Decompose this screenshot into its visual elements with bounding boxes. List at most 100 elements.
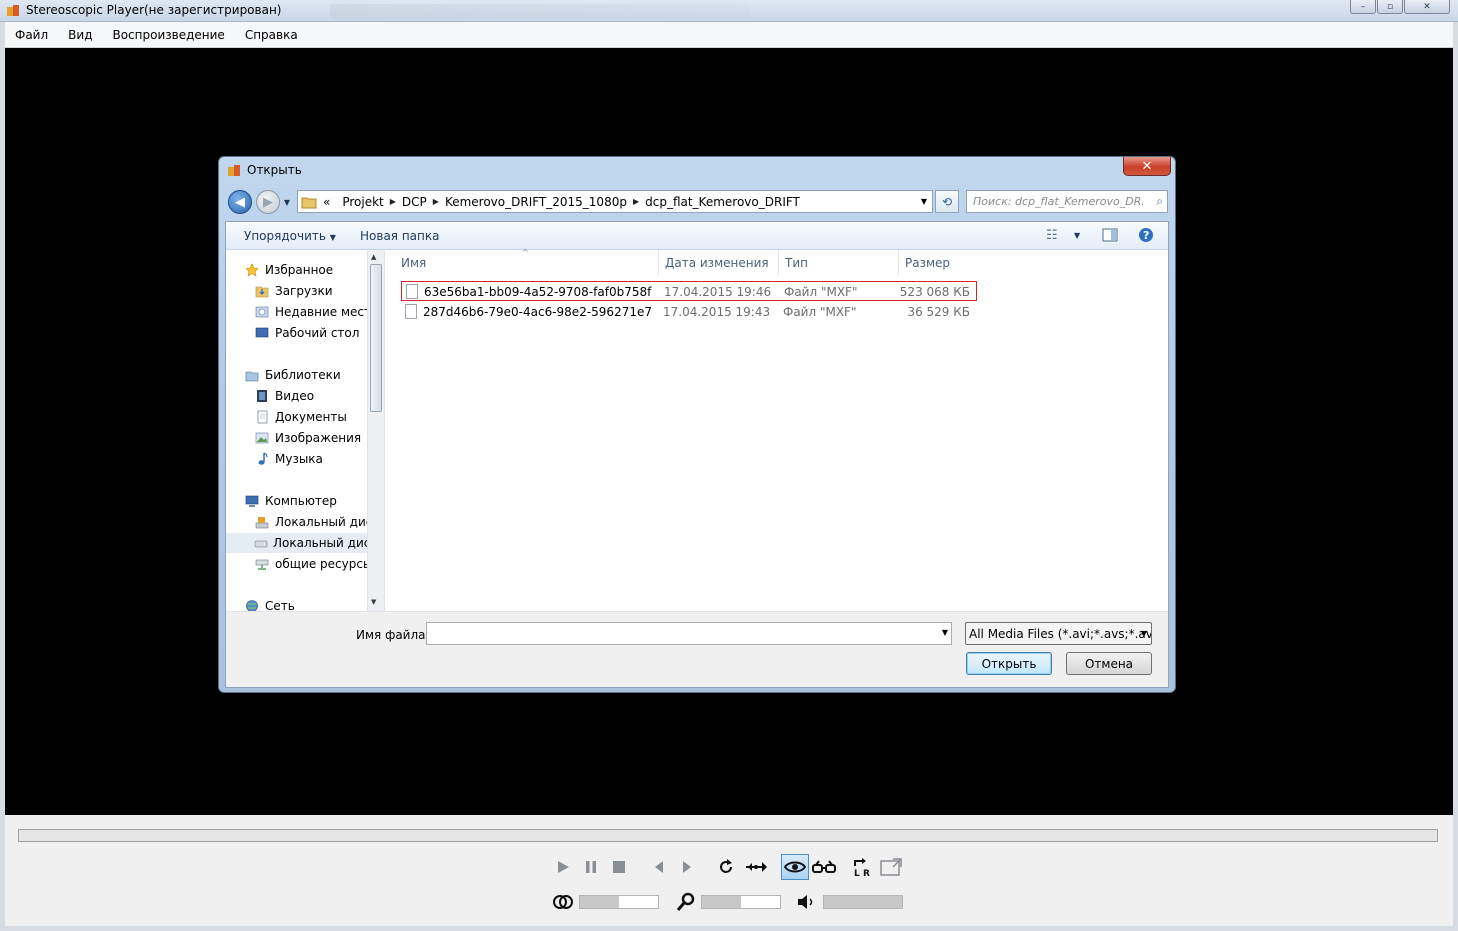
stereo-swap-icon[interactable]: [743, 856, 769, 878]
file-icon: [406, 284, 418, 299]
minimize-button[interactable]: –: [1350, 0, 1376, 14]
menu-file[interactable]: Файл: [5, 28, 58, 42]
nav-documents[interactable]: Документы: [254, 407, 347, 427]
column-type[interactable]: Тип: [779, 250, 899, 276]
nav-libraries[interactable]: Библиотеки: [244, 365, 341, 385]
play-icon[interactable]: [553, 857, 573, 877]
left-right-icon[interactable]: LR: [851, 856, 873, 878]
scroll-thumb[interactable]: [370, 264, 382, 412]
nav-network[interactable]: Сеть: [244, 596, 295, 611]
previous-icon[interactable]: [649, 857, 669, 877]
recent-locations-chevron-icon[interactable]: ▼: [282, 196, 292, 208]
dialog-app-icon: [228, 165, 240, 176]
3d-glasses-icon[interactable]: [811, 856, 837, 878]
breadcrumb-dcp-flat[interactable]: dcp_flat_Kemerovo_DRIFT: [639, 195, 806, 209]
organize-label: Упорядочить: [244, 229, 326, 243]
nav-downloads[interactable]: Загрузки: [254, 281, 333, 301]
nav-local-disk-c[interactable]: Локальный диск: [254, 512, 380, 532]
nav-local-disk-c-label: Локальный диск: [275, 515, 380, 529]
preview-pane-icon[interactable]: [1102, 227, 1118, 246]
breadcrumb-kemerovo[interactable]: Kemerovo_DRIFT_2015_1080p: [439, 195, 633, 209]
nav-recent-places[interactable]: Недавние места: [254, 302, 378, 322]
libraries-icon: [244, 367, 260, 383]
refresh-icon[interactable]: ⟲: [935, 190, 959, 213]
menu-view[interactable]: Вид: [58, 28, 102, 42]
search-input[interactable]: [967, 191, 1143, 212]
background-tabs-blur: [330, 4, 750, 18]
pictures-library-icon: [254, 430, 270, 446]
nav-downloads-label: Загрузки: [275, 284, 333, 298]
nav-pictures-label: Изображения: [275, 431, 362, 445]
file-row[interactable]: 287d46b6-79e0-4ac6-98e2-596271e786c2... …: [401, 302, 977, 322]
new-folder-button[interactable]: Новая папка: [360, 229, 439, 243]
scroll-up-icon[interactable]: ▲: [371, 253, 376, 261]
nav-computer[interactable]: Компьютер: [244, 491, 337, 511]
file-row[interactable]: 63e56ba1-bb09-4a52-9708-faf0b758f5c7_...…: [401, 281, 977, 301]
file-type: Файл "MXF": [784, 285, 858, 299]
nav-music[interactable]: Музыка: [254, 449, 323, 469]
file-name: 287d46b6-79e0-4ac6-98e2-596271e786c2...: [423, 305, 651, 319]
menu-playback[interactable]: Воспроизведение: [102, 28, 234, 42]
address-dropdown-icon[interactable]: ▼: [921, 197, 927, 206]
balance-slider[interactable]: [579, 895, 659, 909]
zoom-slider[interactable]: [701, 895, 781, 909]
cancel-button[interactable]: Отмена: [1066, 652, 1152, 675]
nav-desktop[interactable]: Рабочий стол: [254, 323, 359, 343]
file-type-dropdown-icon[interactable]: ▼: [1141, 629, 1147, 638]
nav-video[interactable]: Видео: [254, 386, 314, 406]
view-dropdown-icon[interactable]: ▼: [1074, 231, 1080, 240]
nav-libraries-label: Библиотеки: [265, 368, 341, 382]
search-icon[interactable]: ⌕: [1156, 194, 1163, 209]
filename-dropdown-icon[interactable]: ▼: [942, 628, 948, 637]
pause-icon[interactable]: [581, 857, 601, 877]
nav-local-disk-d[interactable]: Локальный диск: [226, 533, 378, 553]
dialog-close-button[interactable]: ✕: [1123, 157, 1171, 176]
drive-icon: [254, 535, 268, 551]
nav-pictures[interactable]: Изображения: [254, 428, 361, 448]
open-button[interactable]: Открыть: [966, 652, 1052, 675]
organize-button[interactable]: Упорядочить ▼: [244, 229, 336, 243]
dialog-title: Открыть: [247, 163, 302, 177]
nav-shared-resources[interactable]: общие ресурсы: [254, 554, 372, 574]
menu-help[interactable]: Справка: [235, 28, 308, 42]
address-bar[interactable]: « Projekt ▶ DCP ▶ Kemerovo_DRIFT_2015_10…: [297, 190, 933, 213]
filename-input[interactable]: ▼: [426, 622, 952, 645]
system-drive-icon: [254, 514, 270, 530]
stop-icon[interactable]: [609, 857, 629, 877]
back-arrow-icon[interactable]: ◀: [228, 190, 252, 214]
file-size: 36 529 КБ: [907, 305, 970, 319]
nav-favorites[interactable]: Избранное: [244, 260, 333, 280]
view-options-icon[interactable]: ☷: [1046, 228, 1058, 243]
breadcrumb-dcp[interactable]: DCP: [396, 195, 433, 209]
column-size-label: Размер: [905, 256, 951, 270]
breadcrumb-projekt[interactable]: Projekt: [336, 195, 389, 209]
column-date[interactable]: Дата изменения: [659, 250, 779, 276]
recent-places-icon: [254, 304, 270, 320]
forward-arrow-icon[interactable]: ▶: [256, 190, 280, 214]
documents-library-icon: [254, 409, 270, 425]
column-size[interactable]: Размер: [899, 250, 979, 276]
search-box[interactable]: ⌕: [966, 190, 1168, 213]
eye-icon[interactable]: [781, 854, 809, 880]
folder-icon: [301, 197, 317, 208]
repeat-icon[interactable]: [715, 856, 737, 878]
volume-slider[interactable]: [823, 895, 903, 909]
next-icon[interactable]: [677, 857, 697, 877]
balance-icon: [551, 892, 575, 912]
seek-bar[interactable]: [18, 829, 1438, 842]
player-controls: LR: [5, 815, 1453, 926]
network-icon: [244, 598, 260, 611]
nav-local-disk-d-label: Локальный диск: [273, 536, 378, 550]
sort-arrow-icon: ^: [522, 248, 529, 257]
music-note-icon: [254, 451, 270, 467]
app-icon: [7, 5, 19, 16]
navigation-scrollbar[interactable]: ▲ ▼: [367, 250, 384, 611]
scroll-down-icon[interactable]: ▼: [371, 598, 376, 606]
address-prefix[interactable]: «: [317, 195, 336, 209]
fullscreen-icon[interactable]: [879, 856, 903, 878]
file-icon: [405, 304, 417, 319]
window-close-button[interactable]: ✕: [1404, 0, 1450, 14]
file-type-select[interactable]: All Media Files (*.avi;*.avs;*.avis ▼: [965, 622, 1152, 645]
maximize-button[interactable]: ▫: [1377, 0, 1403, 14]
help-icon[interactable]: ?: [1138, 227, 1154, 246]
